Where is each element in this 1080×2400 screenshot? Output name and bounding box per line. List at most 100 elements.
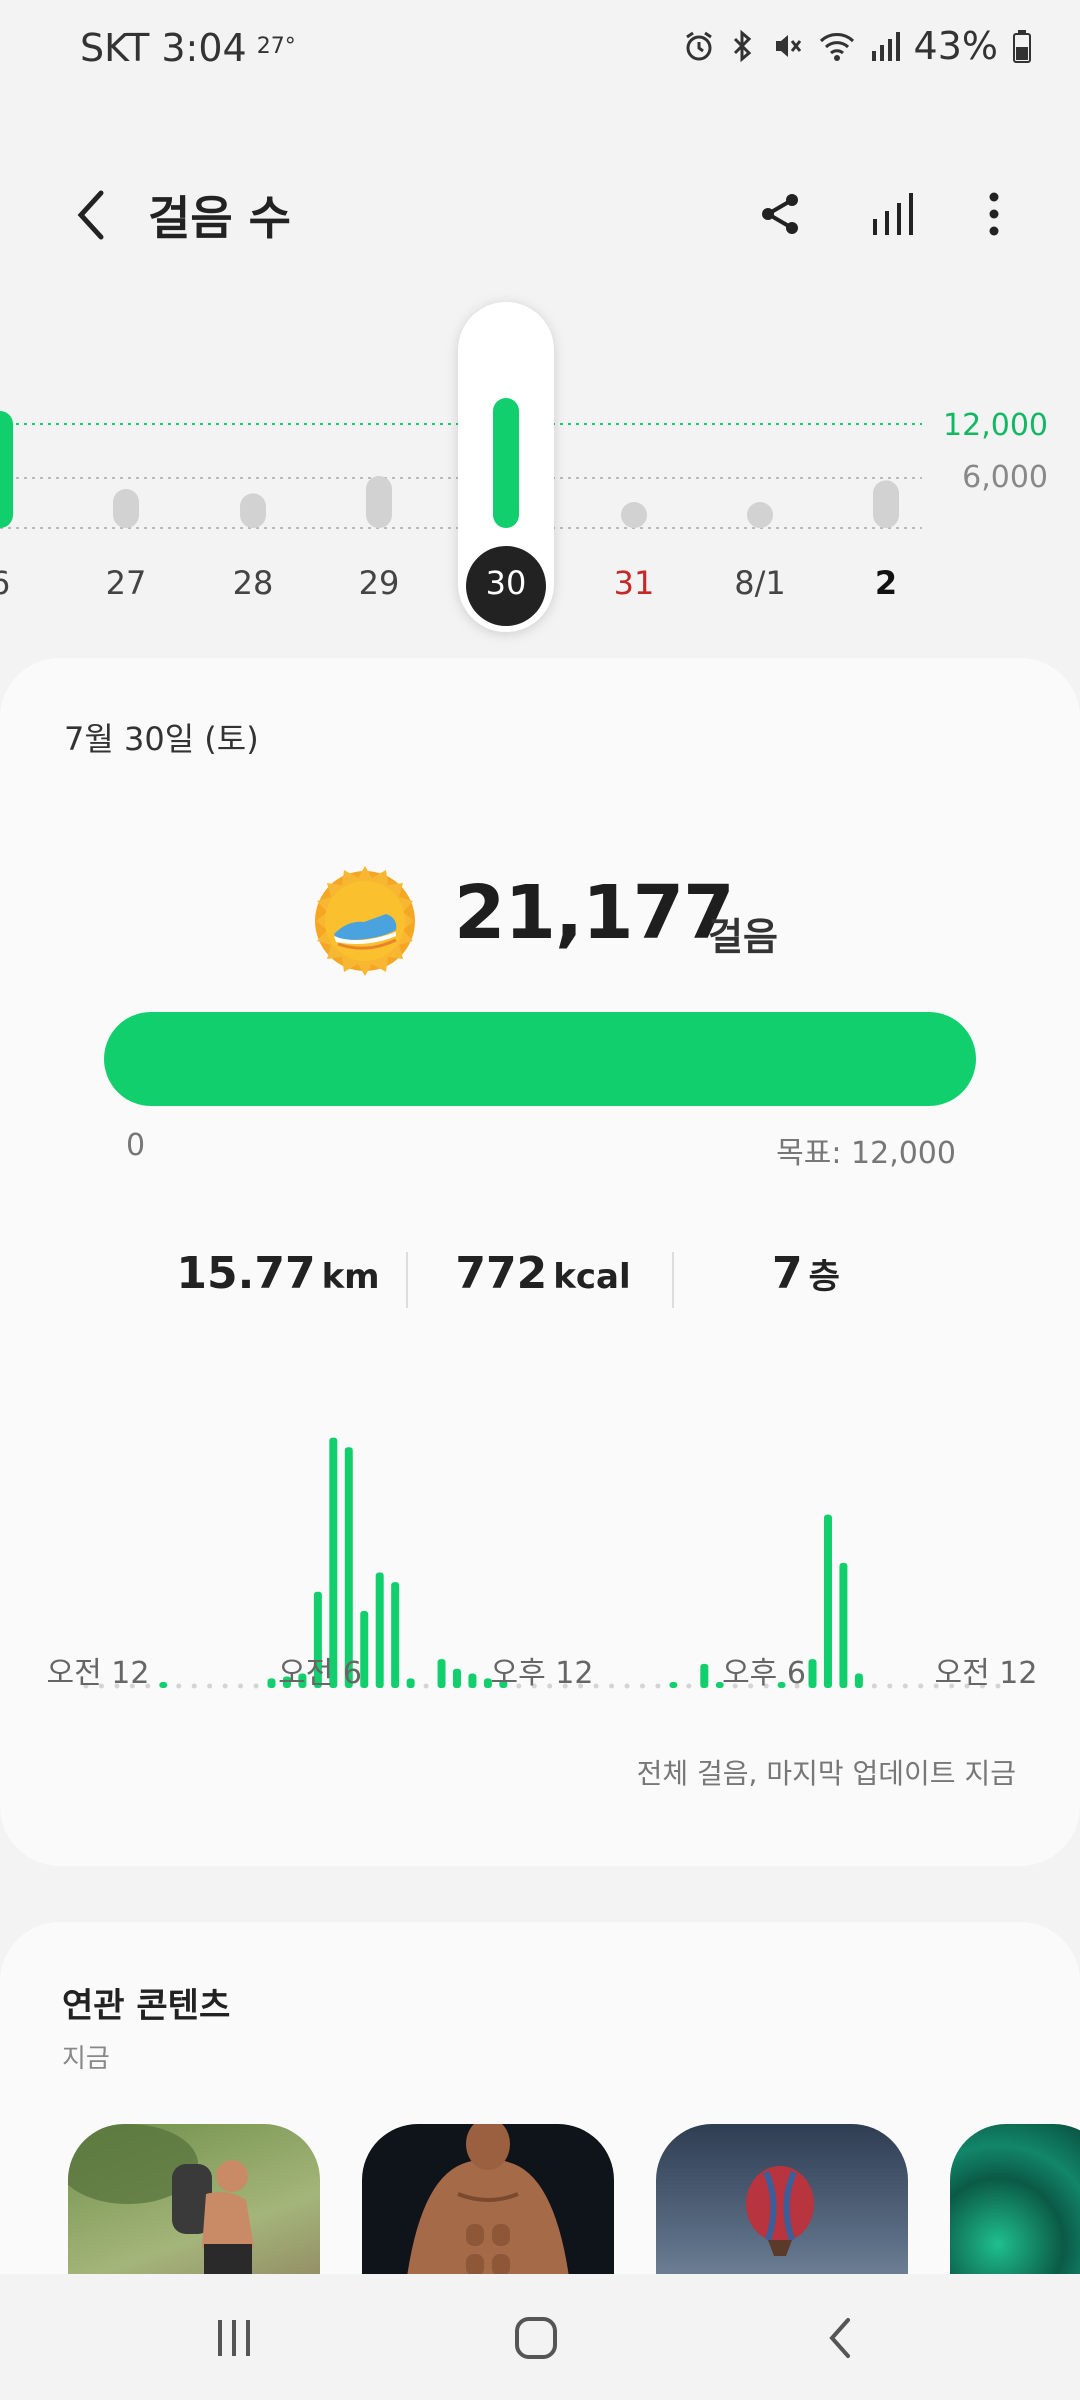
progress-min-label: 0 bbox=[126, 1128, 146, 1163]
steps-unit: 걸음 bbox=[708, 915, 778, 959]
day-bar-28 bbox=[240, 493, 266, 528]
daily-bars bbox=[0, 302, 922, 632]
goal-line-label: 12,000 bbox=[943, 408, 1048, 443]
calories-unit: kcal bbox=[553, 1257, 631, 1297]
hourly-empty-dot bbox=[902, 1683, 908, 1689]
hourly-bar bbox=[468, 1673, 477, 1688]
hourly-x-tick: 오후 6 bbox=[722, 1656, 806, 1691]
hourly-bar bbox=[808, 1659, 817, 1688]
hourly-x-tick: 오전 12 bbox=[46, 1656, 150, 1691]
hourly-empty-dot bbox=[887, 1683, 893, 1689]
hourly-empty-dot bbox=[423, 1683, 429, 1689]
hourly-bar bbox=[437, 1659, 446, 1688]
goal-progress-bar bbox=[104, 1012, 976, 1106]
home-button[interactable] bbox=[486, 2298, 586, 2378]
status-icons: 43% bbox=[682, 24, 1032, 68]
related-subtitle: 지금 bbox=[62, 2044, 110, 2074]
steps-count: 21,177 bbox=[454, 870, 735, 956]
status-bar: SKT 3:04 27° 43% bbox=[0, 0, 1080, 96]
hourly-empty-dot bbox=[624, 1683, 630, 1689]
calories-value: 772 bbox=[455, 1248, 548, 1299]
day-bar-2 bbox=[873, 480, 899, 528]
floors-metric: 7층 bbox=[772, 1248, 840, 1299]
hourly-bar bbox=[854, 1673, 863, 1688]
hourly-empty-dot bbox=[191, 1683, 197, 1689]
trends-button[interactable] bbox=[858, 178, 930, 250]
hourly-x-tick: 오전 6 bbox=[278, 1656, 362, 1691]
shoe-badge-icon bbox=[315, 866, 415, 976]
hourly-empty-dot bbox=[253, 1683, 259, 1689]
summary-card: 7월 30일 (토) 21,177 걸음 0 목표: 12,000 15.77 k… bbox=[0, 658, 1080, 1866]
more-options-button[interactable] bbox=[958, 178, 1030, 250]
hourly-bar bbox=[669, 1682, 678, 1688]
back-arrow-icon bbox=[77, 190, 104, 240]
hourly-empty-dot bbox=[176, 1683, 182, 1689]
hourly-empty-dot bbox=[655, 1683, 661, 1689]
app-header: 걸음 수 bbox=[0, 160, 1080, 270]
home-icon bbox=[515, 2317, 557, 2359]
calories-metric: 772 kcal bbox=[455, 1248, 630, 1299]
daily-steps-strip[interactable]: 12,000 6,000 6 27 28 29 30 31 8/1 2 bbox=[0, 290, 1080, 650]
day-label-29[interactable]: 29 bbox=[359, 564, 400, 602]
page-title: 걸음 수 bbox=[148, 191, 291, 245]
battery-icon bbox=[1012, 29, 1032, 63]
selected-date: 7월 30일 (토) bbox=[64, 720, 259, 758]
hourly-bar bbox=[700, 1663, 709, 1688]
alarm-icon bbox=[682, 29, 716, 63]
day-label-28[interactable]: 28 bbox=[233, 564, 274, 602]
more-vert-icon bbox=[989, 192, 999, 236]
hourly-bar bbox=[406, 1678, 415, 1688]
hourly-bar bbox=[839, 1562, 848, 1688]
day-label-2[interactable]: 2 bbox=[875, 564, 897, 602]
steps-screen: SKT 3:04 27° 43% 걸음 수 12,000 6,000 6 27 … bbox=[0, 0, 1080, 2400]
metric-divider bbox=[406, 1252, 408, 1308]
mid-line-label: 6,000 bbox=[962, 460, 1048, 495]
day-bar-30 bbox=[493, 398, 519, 528]
day-bar-31 bbox=[621, 502, 647, 528]
floors-unit: 층 bbox=[808, 1257, 840, 1297]
hourly-bar bbox=[375, 1572, 384, 1688]
recent-apps-icon bbox=[218, 2320, 250, 2356]
back-nav-button[interactable] bbox=[790, 2298, 890, 2378]
hourly-x-tick: 오전 12 bbox=[934, 1656, 1038, 1691]
progress-goal-label: 목표: 12,000 bbox=[776, 1136, 956, 1171]
hourly-bar bbox=[267, 1678, 276, 1688]
hourly-empty-dot bbox=[593, 1683, 599, 1689]
day-label-30[interactable]: 30 bbox=[486, 564, 527, 602]
day-bar-27 bbox=[113, 489, 139, 528]
system-nav-bar bbox=[0, 2274, 1080, 2400]
day-label-27[interactable]: 27 bbox=[106, 564, 147, 602]
related-title: 연관 콘텐츠 bbox=[62, 1986, 231, 2026]
metric-divider bbox=[672, 1252, 674, 1308]
floors-value: 7 bbox=[772, 1248, 803, 1299]
hourly-empty-dot bbox=[238, 1683, 244, 1689]
day-bar-8/1 bbox=[747, 502, 773, 528]
wifi-icon bbox=[818, 29, 856, 63]
hourly-empty-dot bbox=[639, 1683, 645, 1689]
distance-metric: 15.77 km bbox=[176, 1248, 379, 1299]
hourly-bar bbox=[452, 1668, 461, 1688]
hourly-empty-dot bbox=[207, 1683, 213, 1689]
distance-unit: km bbox=[321, 1257, 380, 1297]
day-bar-6 bbox=[0, 411, 13, 528]
recent-apps-button[interactable] bbox=[184, 2298, 284, 2378]
day-label-6[interactable]: 6 bbox=[0, 564, 10, 602]
hourly-x-tick: 오후 12 bbox=[490, 1656, 594, 1691]
hourly-empty-dot bbox=[871, 1683, 877, 1689]
day-label-8/1[interactable]: 8/1 bbox=[734, 564, 786, 602]
hourly-empty-dot bbox=[686, 1683, 692, 1689]
carrier-time: SKT 3:04 bbox=[80, 26, 247, 70]
bar-chart-icon bbox=[873, 193, 913, 235]
share-icon bbox=[762, 194, 798, 234]
back-button[interactable] bbox=[56, 180, 126, 250]
share-button[interactable] bbox=[744, 178, 816, 250]
battery-percent: 43% bbox=[913, 24, 998, 68]
day-label-31[interactable]: 31 bbox=[614, 564, 655, 602]
day-bar-29 bbox=[366, 476, 392, 528]
hourly-bar bbox=[391, 1582, 400, 1688]
back-nav-icon bbox=[829, 2318, 850, 2358]
vibrate-icon bbox=[770, 29, 804, 63]
distance-value: 15.77 bbox=[176, 1248, 316, 1299]
status-time: SKT 3:04 27° bbox=[80, 26, 296, 70]
hourly-bar bbox=[159, 1682, 168, 1688]
